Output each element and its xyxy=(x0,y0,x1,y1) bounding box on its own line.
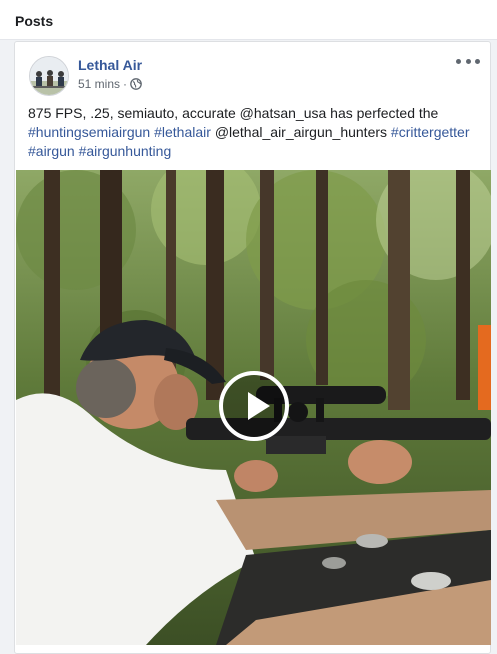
more-horizontal-icon xyxy=(456,58,461,64)
play-icon xyxy=(248,392,270,420)
more-dot xyxy=(465,58,471,64)
avatar[interactable] xyxy=(29,56,69,96)
hashtag-link[interactable]: #airgun xyxy=(28,143,75,159)
hashtag-link[interactable]: #huntingsemiairgun xyxy=(28,124,150,140)
posts-section-header: Posts xyxy=(0,0,497,40)
more-options-button[interactable] xyxy=(456,54,480,68)
post-card: Lethal Air 51 mins · 875 FPS, .25, semia… xyxy=(14,41,491,654)
hashtag-link[interactable]: #lethalair xyxy=(154,124,211,140)
post-text: 875 FPS, .25, semiauto, accurate @hatsan… xyxy=(28,104,483,161)
globe-icon[interactable] xyxy=(130,78,142,90)
section-title: Posts xyxy=(15,13,54,29)
post-meta: 51 mins · xyxy=(78,77,142,91)
post-text-part: 875 FPS, .25, semiauto, accurate @hatsan… xyxy=(28,105,439,121)
play-button[interactable] xyxy=(219,371,289,441)
more-dot xyxy=(475,58,480,64)
author-name-link[interactable]: Lethal Air xyxy=(78,57,142,73)
post-timestamp[interactable]: 51 mins xyxy=(78,77,120,91)
hashtag-link[interactable]: #airgunhunting xyxy=(79,143,172,159)
post-text-part: @lethal_air_airgun_hunters xyxy=(214,124,388,140)
video-player[interactable] xyxy=(16,170,491,645)
hashtag-link[interactable]: #crittergetter xyxy=(391,124,470,140)
meta-separator: · xyxy=(123,77,128,91)
